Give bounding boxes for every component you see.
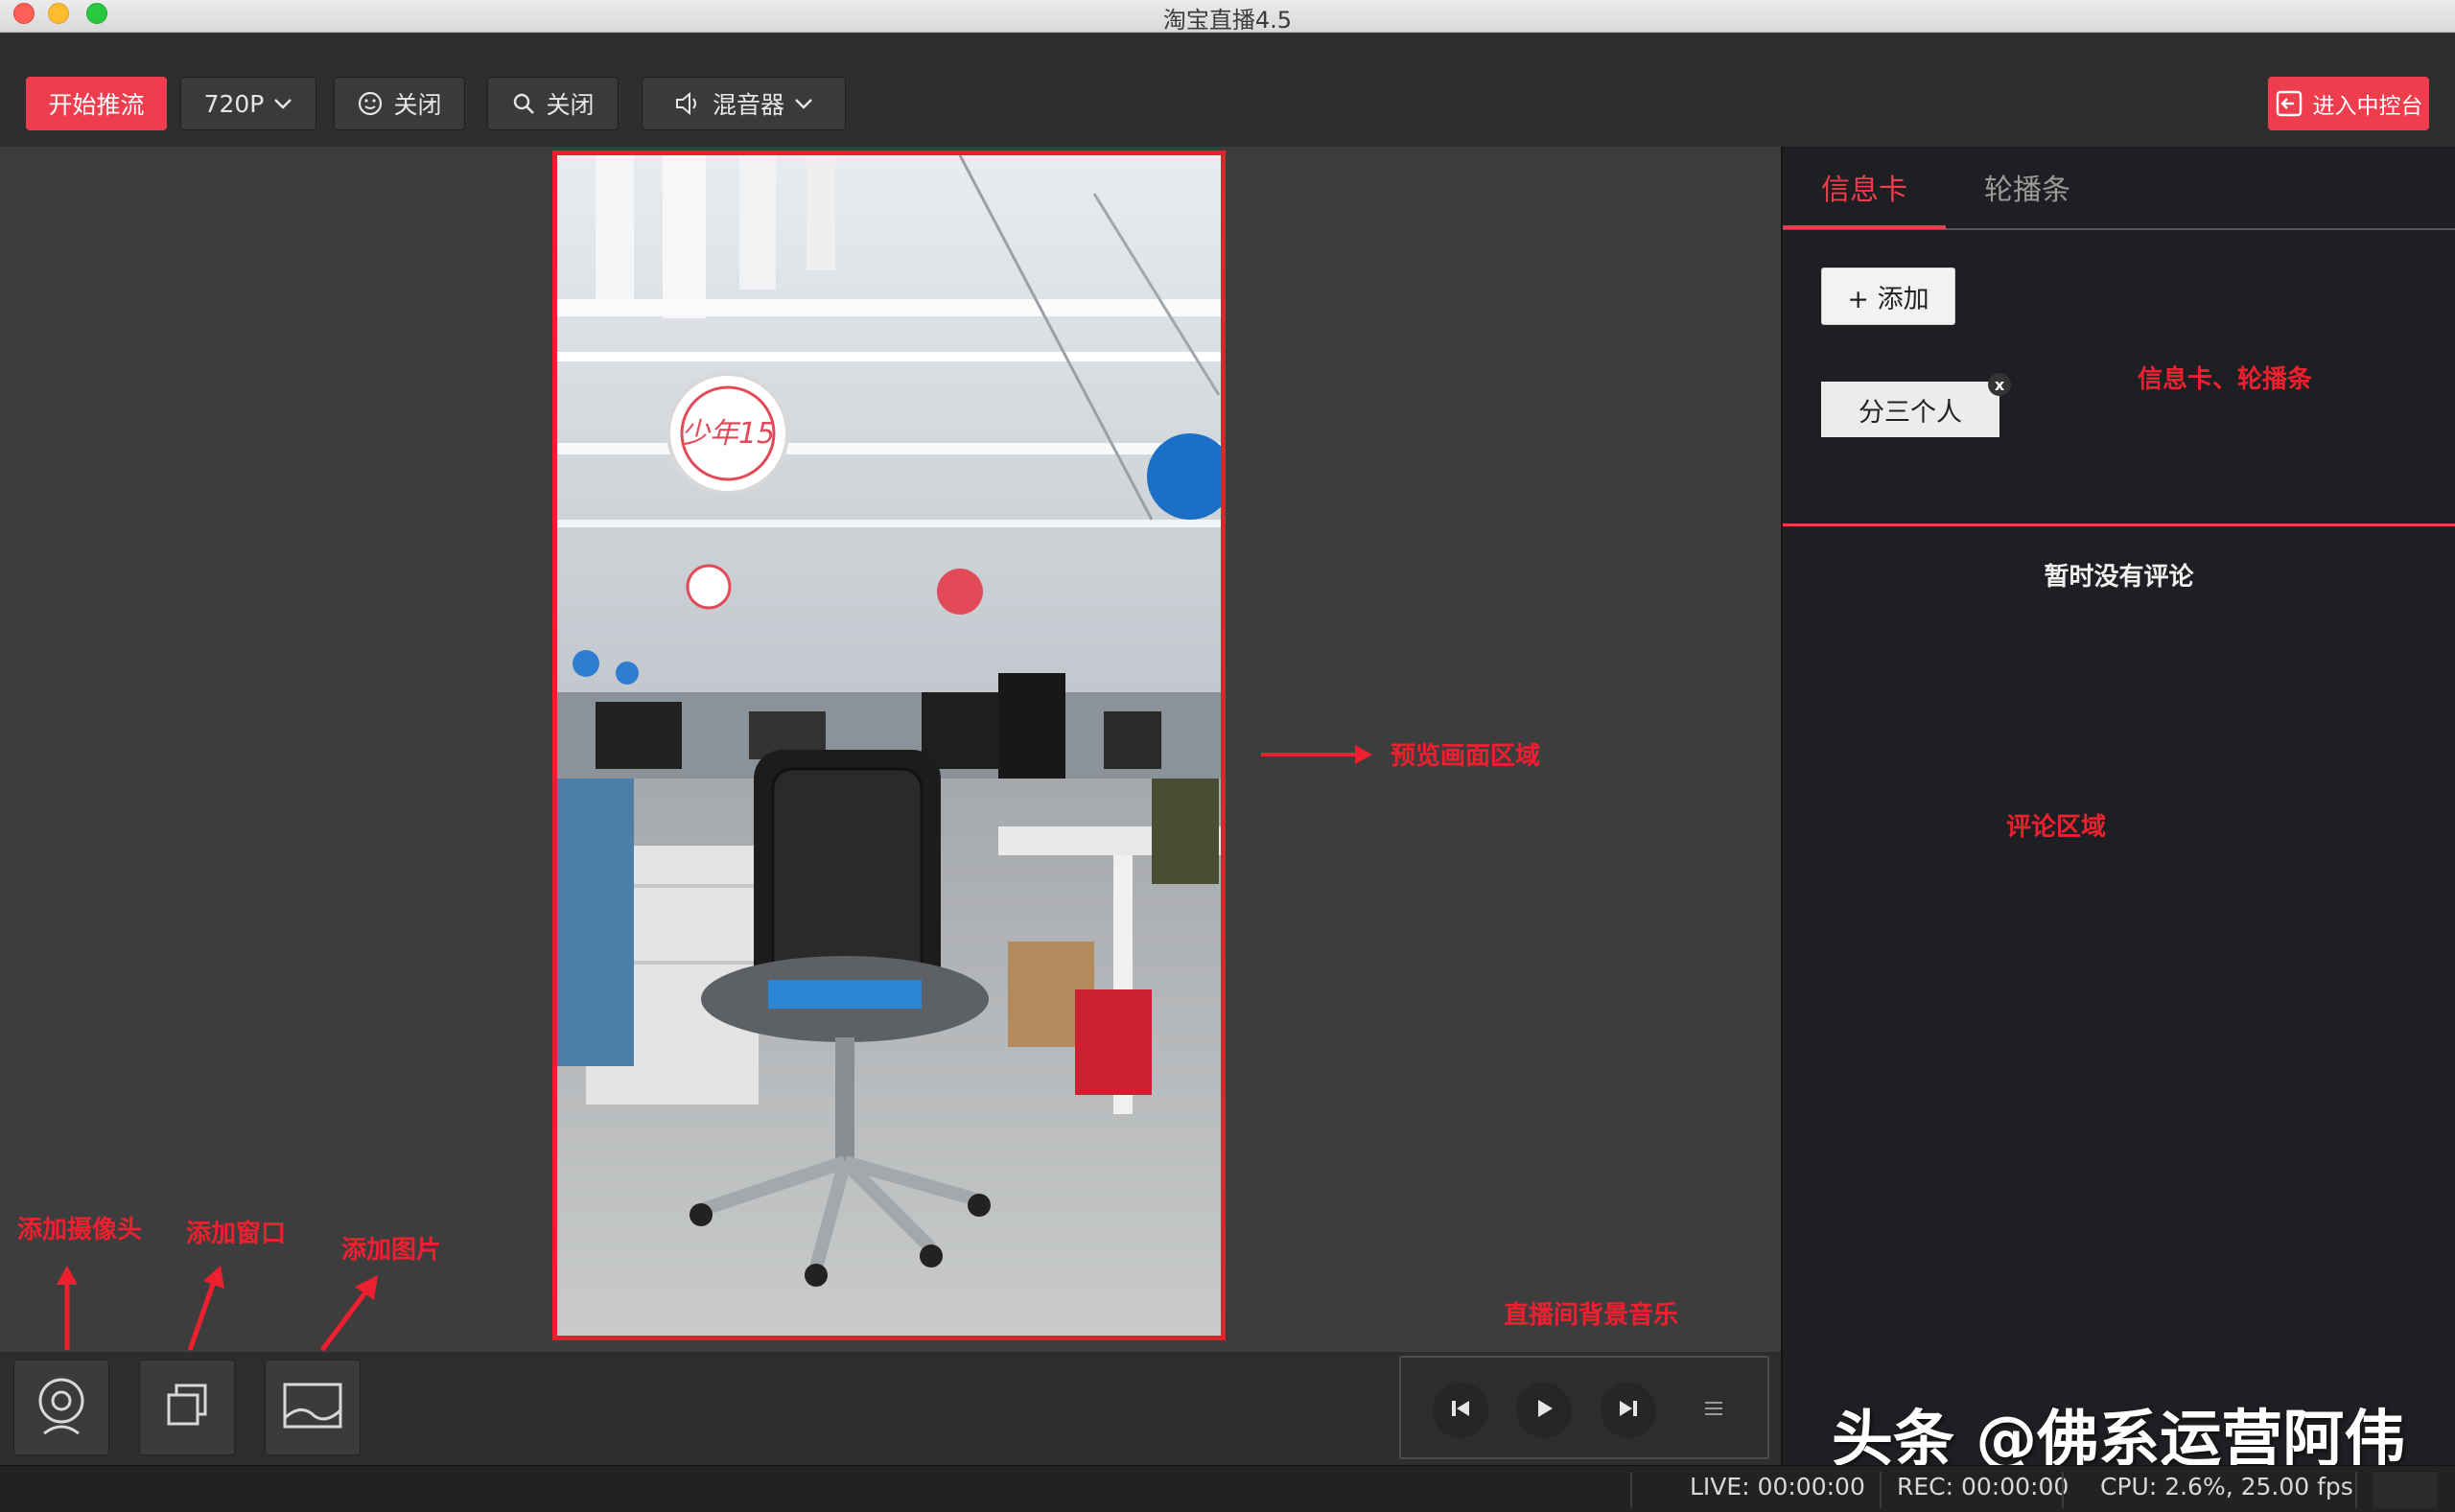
panel-divider xyxy=(1783,523,2455,526)
add-image-button[interactable] xyxy=(265,1360,361,1455)
status-separator xyxy=(1880,1472,1882,1508)
chevron-down-icon xyxy=(273,98,292,109)
previous-track-button[interactable] xyxy=(1433,1383,1488,1438)
skip-back-icon xyxy=(1449,1397,1472,1424)
office-camera-image: 少年15 xyxy=(557,155,1221,1336)
toolbar: 开始推流 720P 关闭 关闭 混音器 进入中控台 xyxy=(0,34,2455,147)
filter-icon xyxy=(511,91,536,116)
status-separator xyxy=(2062,1472,2064,1508)
speaker-icon xyxy=(674,91,703,116)
annotation-add-camera: 添加摄像头 xyxy=(17,1216,143,1244)
console-exit-icon xyxy=(2275,89,2303,118)
play-icon xyxy=(1532,1397,1555,1424)
add-window-button[interactable] xyxy=(139,1360,235,1455)
camera-icon xyxy=(35,1376,88,1439)
svg-text:少年15: 少年15 xyxy=(681,417,775,451)
next-track-button[interactable] xyxy=(1601,1383,1656,1438)
annotation-add-image: 添加图片 xyxy=(341,1236,442,1265)
arrow-up-right-icon xyxy=(320,1275,378,1352)
resolution-select[interactable]: 720P xyxy=(180,77,316,130)
title-bar: 淘宝直播4.5 xyxy=(0,0,2455,34)
mixer-select[interactable]: 混音器 xyxy=(642,77,846,130)
status-separator xyxy=(1630,1472,1632,1508)
status-bar: LIVE: 00:00:00 REC: 00:00:00 CPU: 2.6%, … xyxy=(0,1465,2455,1512)
annotation-bg-music: 直播间背景音乐 xyxy=(1504,1301,1679,1330)
tab-info-card[interactable]: 信息卡 xyxy=(1821,166,1907,208)
play-button[interactable] xyxy=(1516,1383,1572,1438)
annotation-cards-area: 信息卡、轮播条 xyxy=(2138,365,2313,394)
beauty-label: 关闭 xyxy=(393,91,442,119)
info-card-item[interactable]: 分三个人 xyxy=(1821,382,1999,437)
arrow-right-icon xyxy=(1261,745,1372,764)
beauty-toggle[interactable]: 关闭 xyxy=(334,77,465,130)
camera-preview[interactable]: 少年15 xyxy=(552,151,1226,1340)
playlist-icon[interactable] xyxy=(1703,1398,1724,1423)
arrow-up-right-icon xyxy=(187,1266,224,1351)
active-tab-indicator xyxy=(1783,225,1946,229)
rec-timer: REC: 00:00:00 xyxy=(1897,1473,2069,1500)
close-icon[interactable]: x xyxy=(1988,373,2011,396)
mixer-label: 混音器 xyxy=(712,91,784,119)
annotation-preview-area: 预览画面区域 xyxy=(1391,742,1541,771)
filter-toggle[interactable]: 关闭 xyxy=(487,77,619,130)
chevron-down-icon xyxy=(794,98,813,109)
tab-carousel[interactable]: 轮播条 xyxy=(1984,166,2070,208)
console-label: 进入中控台 xyxy=(2312,94,2423,119)
status-indicator xyxy=(2373,1472,2437,1508)
status-separator xyxy=(2355,1472,2357,1508)
smiley-icon xyxy=(357,90,384,117)
resolution-value: 720P xyxy=(203,89,265,118)
window-title: 淘宝直播4.5 xyxy=(1162,7,1293,34)
start-stream-button[interactable]: 开始推流 xyxy=(26,77,167,130)
cpu-status: CPU: 2.6%, 25.00 fps xyxy=(2100,1473,2353,1500)
image-icon xyxy=(282,1382,343,1433)
no-comments-text: 暂时没有评论 xyxy=(2044,563,2194,592)
filter-label: 关闭 xyxy=(546,91,595,119)
window-icon xyxy=(163,1382,211,1433)
skip-forward-icon xyxy=(1617,1397,1640,1424)
enter-console-button[interactable]: 进入中控台 xyxy=(2268,77,2429,130)
add-camera-button[interactable] xyxy=(13,1360,109,1455)
add-card-button[interactable]: + 添加 xyxy=(1821,268,1955,325)
app-window: 淘宝直播4.5 开始推流 720P 关闭 关闭 混音器 进入中控台 少年15 预… xyxy=(0,0,2455,1512)
source-bar xyxy=(0,1352,1781,1465)
annotation-add-window: 添加窗口 xyxy=(186,1220,287,1248)
arrow-up-icon xyxy=(57,1266,78,1350)
start-stream-label: 开始推流 xyxy=(48,91,145,119)
right-panel: 信息卡 轮播条 + 添加 分三个人 x 信息卡、轮播条 暂时没有评论 评论区域 xyxy=(1781,147,2455,1465)
music-player xyxy=(1399,1356,1769,1459)
live-timer: LIVE: 00:00:00 xyxy=(1690,1473,1865,1500)
annotation-comment-area: 评论区域 xyxy=(2006,813,2107,842)
